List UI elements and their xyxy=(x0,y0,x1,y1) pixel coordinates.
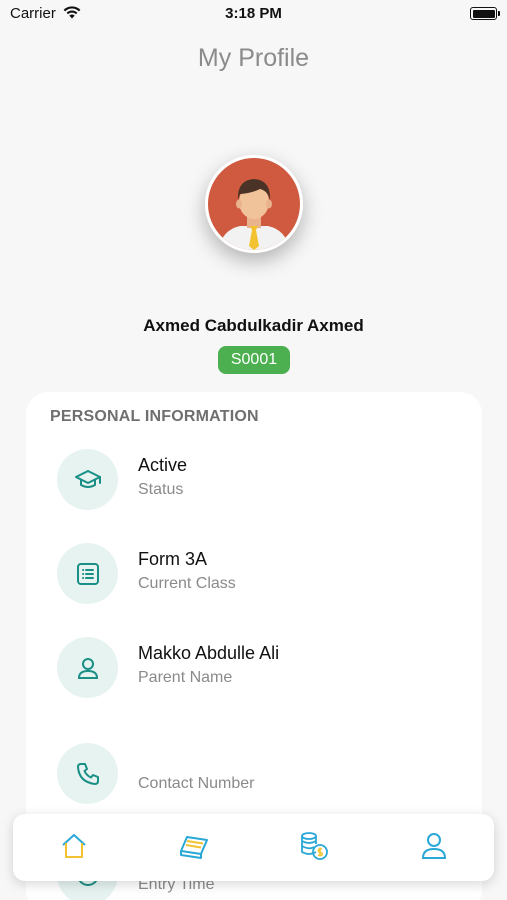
class-label: Current Class xyxy=(138,575,236,592)
profile-icon xyxy=(420,831,448,866)
section-heading: PERSONAL INFORMATION xyxy=(50,408,259,425)
graduation-cap-icon xyxy=(57,449,118,510)
info-row-contact: Contact Number xyxy=(57,743,457,805)
user-icon xyxy=(57,637,118,698)
info-row-parent: Makko Abdulle Ali Parent Name xyxy=(57,637,457,699)
nav-book[interactable] xyxy=(176,830,212,866)
nav-profile[interactable] xyxy=(416,830,452,866)
parent-name-label: Parent Name xyxy=(138,669,233,686)
status-label: Status xyxy=(138,481,184,498)
nav-fees[interactable] xyxy=(296,830,332,866)
status-value: Active xyxy=(138,455,188,475)
contact-number-label: Contact Number xyxy=(138,775,255,792)
student-name: Axmed Cabdulkadir Axmed xyxy=(143,316,364,335)
info-row-class: Form 3A Current Class xyxy=(57,543,457,605)
clock-time: 3:18 PM xyxy=(225,5,282,22)
book-icon xyxy=(178,831,210,866)
avatar[interactable] xyxy=(205,155,303,253)
home-icon xyxy=(59,831,89,866)
student-id-badge: S0001 xyxy=(218,346,290,374)
class-value: Form 3A xyxy=(138,549,208,569)
coins-icon xyxy=(298,830,330,867)
battery-icon xyxy=(470,7,500,20)
class-list-icon xyxy=(57,543,118,604)
status-bar: Carrier 3:18 PM xyxy=(0,0,507,28)
phone-icon xyxy=(57,743,118,804)
parent-name-value: Makko Abdulle Ali xyxy=(138,643,280,663)
info-row-status: Active Status xyxy=(57,449,457,511)
nav-home[interactable] xyxy=(56,830,92,866)
bottom-nav xyxy=(13,814,494,881)
page-title: My Profile xyxy=(197,44,310,72)
